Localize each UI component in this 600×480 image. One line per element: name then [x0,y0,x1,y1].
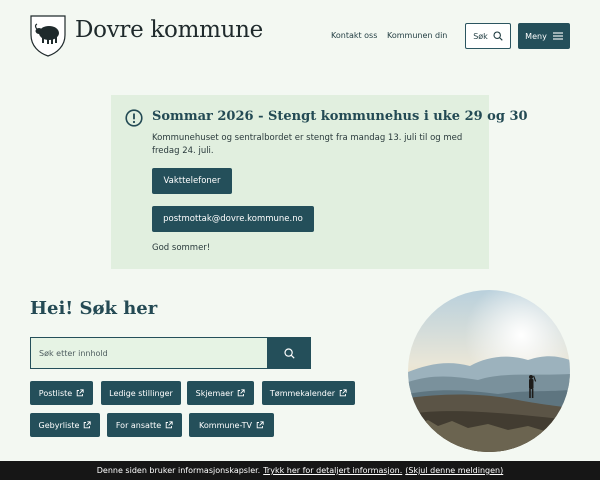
exclamation-circle-icon [125,109,143,127]
cookie-details-link[interactable]: Trykk her for detaljert informasjon. [263,466,402,475]
mountain-landscape-image [408,290,570,452]
search-icon [493,31,503,41]
search-heading: Hei! Søk her [30,298,158,319]
quick-link-gebyrliste[interactable]: Gebyrliste [30,413,100,437]
hamburger-icon [552,32,563,40]
external-link-icon [238,389,246,397]
quick-link-ledige-stillinger[interactable]: Ledige stillinger [101,381,181,405]
duty-phones-button[interactable]: Vakttelefoner [152,168,232,194]
quick-link-for-ansatte[interactable]: For ansatte [107,413,182,437]
nav-link-municipality[interactable]: Kommunen din [387,31,447,40]
quick-link-skjemaer[interactable]: Skjemaer [187,381,254,405]
quick-link-label: For ansatte [115,420,162,430]
external-link-icon [76,389,84,397]
cookie-banner: Denne siden bruker informasjonskapsler. … [0,461,600,480]
cookie-hide-link[interactable]: (Skjul denne meldingen) [405,466,503,475]
header-search-label: Søk [473,31,488,41]
external-link-icon [256,421,264,429]
external-link-icon [84,421,92,429]
email-button[interactable]: postmottak@dovre.kommune.no [152,206,314,232]
quick-link-label: Gebyrliste [38,420,80,430]
header-search-button[interactable]: Søk [465,23,511,49]
notice-footer: God sommer! [152,243,211,253]
coat-of-arms-icon[interactable] [30,15,66,57]
notice-box: Sommar 2026 - Stengt kommunehus i uke 29… [111,95,528,269]
quick-link-label: Ledige stillinger [109,388,173,398]
search-icon [283,347,295,359]
quick-link-postliste[interactable]: Postliste [30,381,93,405]
notice-body: Kommunehuset og sentralbordet er stengt … [152,133,463,156]
quick-link-tommekalender[interactable]: Tømmekalender [262,381,355,405]
notice-title: Sommar 2026 - Stengt kommunehus i uke 29… [152,109,528,124]
external-link-icon [339,389,347,397]
search-submit-button[interactable] [267,337,311,369]
site-brand[interactable]: Dovre kommune [75,17,263,43]
quick-link-label: Skjemaer [195,388,234,398]
search-input[interactable] [30,337,268,369]
menu-button[interactable]: Meny [518,23,570,49]
quick-link-label: Tømmekalender [269,388,336,398]
menu-label: Meny [525,31,547,41]
quick-link-label: Postliste [38,388,73,398]
hero-photo [408,290,570,452]
quick-link-kommune-tv[interactable]: Kommune-TV [189,413,274,437]
nav-link-contact[interactable]: Kontakt oss [331,31,377,40]
site-header: Dovre kommune Kontakt oss Kommunen din S… [0,0,600,72]
cookie-text: Denne siden bruker informasjonskapsler. [96,466,261,475]
quick-link-label: Kommune-TV [199,420,252,430]
external-link-icon [165,421,173,429]
